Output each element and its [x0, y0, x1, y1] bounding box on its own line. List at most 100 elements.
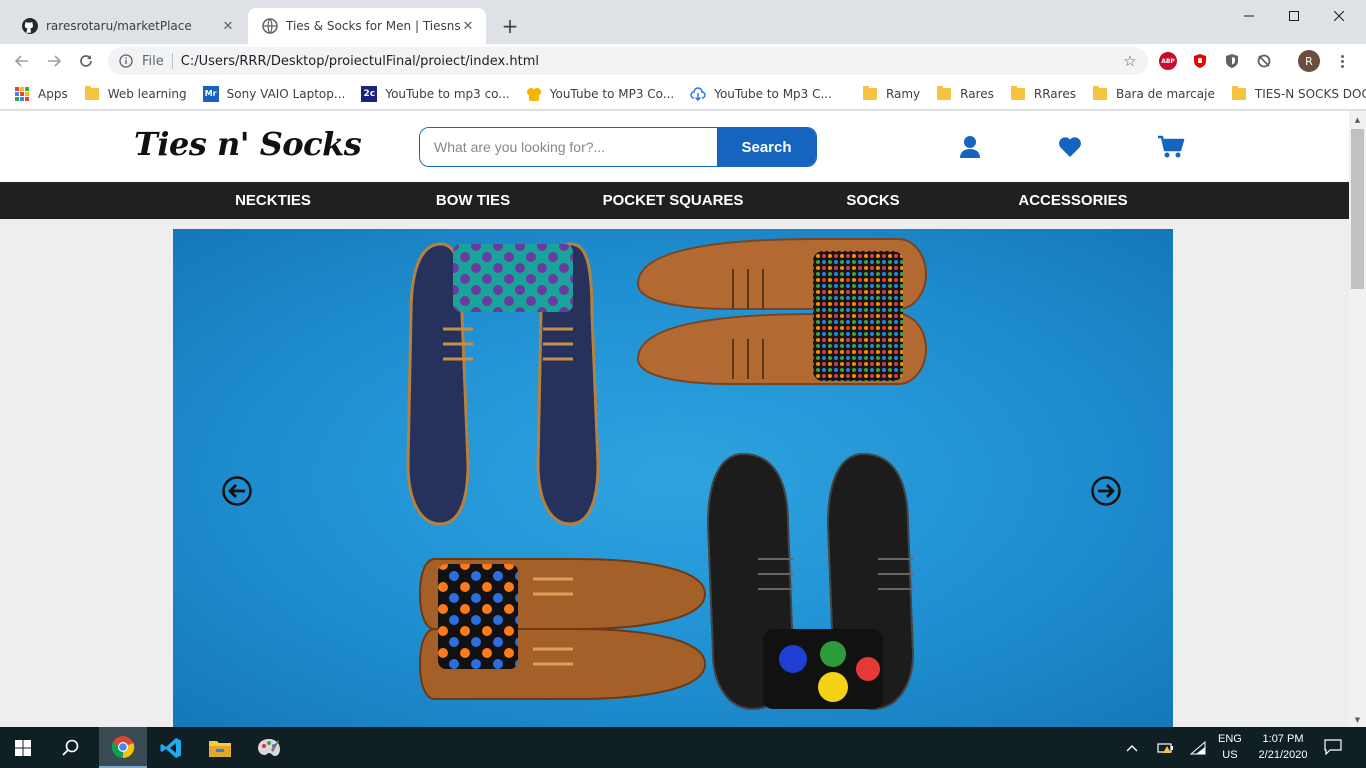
close-icon[interactable]: ✕	[460, 18, 476, 34]
black-brogue-shoes	[706, 452, 915, 711]
vscode-taskbar-icon[interactable]	[148, 727, 194, 768]
system-clock[interactable]: 1:07 PM 2/21/2020	[1252, 731, 1314, 763]
maximize-button[interactable]	[1271, 4, 1317, 28]
close-icon[interactable]: ✕	[220, 18, 236, 34]
navy-suede-shoes	[406, 242, 600, 526]
2c-site-icon: 2c	[361, 85, 378, 102]
bookmark-rrares[interactable]: RRares	[1010, 85, 1076, 102]
chrome-taskbar-icon[interactable]	[99, 727, 147, 768]
bookmark-ties-n-socks-docs[interactable]: TIES-N SOCKS DOCS	[1231, 85, 1366, 102]
tab-strip: raresrotaru/marketPlace ✕ Ties & Socks f…	[0, 0, 1366, 44]
page-scrollbar[interactable]: ▲ ▼	[1349, 111, 1366, 727]
nav-bow-ties[interactable]: BOW TIES	[413, 182, 533, 219]
scrollbar-thumb[interactable]	[1351, 129, 1364, 289]
heart-icon[interactable]	[1056, 133, 1084, 161]
browser-toolbar: File C:/Users/RRR/Desktop/proiectulFinal…	[0, 44, 1366, 78]
input-language[interactable]: ENG US	[1218, 731, 1242, 763]
nav-pocket-squares[interactable]: POCKET SQUARES	[593, 182, 753, 219]
folder-icon	[84, 85, 100, 102]
scroll-up-icon[interactable]: ▲	[1349, 113, 1366, 127]
sync-icon[interactable]	[1255, 52, 1273, 70]
cloud-download-icon	[690, 86, 706, 102]
tab-title: Ties & Socks for Men | Tiesnsocks	[286, 19, 460, 33]
browser-menu-icon[interactable]	[1334, 52, 1350, 70]
carousel-prev-arrow-icon[interactable]	[221, 475, 253, 507]
folder-icon	[1010, 85, 1026, 102]
hero-carousel	[173, 229, 1173, 727]
bookmark-youtube-mp3-1[interactable]: 2c YouTube to mp3 co...	[361, 85, 510, 102]
windows-taskbar: ENG US 1:07 PM 2/21/2020	[0, 727, 1366, 768]
bookmarks-bar: Apps Web learning Mr Sony VAIO Laptop...…	[0, 78, 1366, 110]
file-explorer-icon[interactable]	[197, 727, 243, 768]
minimize-button[interactable]	[1226, 4, 1272, 28]
forward-button[interactable]	[42, 49, 66, 73]
search-button[interactable]: Search	[717, 128, 816, 166]
github-icon	[22, 18, 38, 34]
scroll-down-icon[interactable]: ▼	[1349, 713, 1366, 727]
url-text[interactable]: C:/Users/RRR/Desktop/proiectulFinal/proi…	[181, 54, 539, 69]
tan-leather-shoes	[636, 238, 928, 385]
tab-tiesnsocks[interactable]: Ties & Socks for Men | Tiesnsocks ✕	[248, 8, 486, 44]
bookmark-label: Web learning	[107, 86, 187, 101]
folder-icon	[862, 85, 878, 102]
folder-icon	[936, 85, 952, 102]
mr-site-icon: Mr	[202, 85, 219, 102]
region-code: US	[1222, 749, 1238, 761]
shield-icon[interactable]	[1223, 52, 1241, 70]
tab-title: raresrotaru/marketPlace	[46, 19, 192, 33]
paint-taskbar-icon[interactable]	[246, 727, 292, 768]
battery-warning-icon[interactable]	[1156, 738, 1176, 758]
bookmark-youtube-mp3-2[interactable]: YouTube to MP3 Co...	[526, 86, 674, 102]
globe-icon	[262, 18, 278, 34]
clock-time: 1:07 PM	[1262, 733, 1304, 745]
adblock-plus-icon[interactable]: ABP	[1159, 52, 1177, 70]
reload-button[interactable]	[74, 49, 98, 73]
cart-icon[interactable]	[1157, 133, 1185, 161]
search-icon[interactable]	[48, 727, 94, 768]
bookmark-bara-de-marcaje[interactable]: Bara de marcaje	[1092, 85, 1215, 102]
bookmark-label: RRares	[1033, 86, 1076, 101]
site-header: Ties n' Socks Search	[0, 111, 1349, 182]
scheme-label: File	[142, 53, 164, 69]
wifi-icon[interactable]	[1188, 738, 1208, 758]
bookmark-apps[interactable]: Apps	[14, 86, 68, 102]
bookmark-label: Rares	[960, 86, 994, 101]
new-tab-button[interactable]: +	[498, 14, 522, 38]
windows-start-icon[interactable]	[0, 727, 46, 768]
ublock-icon[interactable]	[1191, 52, 1209, 70]
bookmark-ramy[interactable]: Ramy	[862, 85, 921, 102]
star-icon[interactable]: ☆	[1122, 53, 1138, 69]
divider	[171, 53, 173, 69]
bookmark-label: YouTube to MP3 Co...	[549, 86, 675, 101]
bookmark-label: Apps	[38, 86, 68, 101]
bookmark-youtube-mp3-3[interactable]: YouTube to Mp3 C...	[690, 86, 832, 102]
brown-brogue-shoes	[418, 558, 707, 700]
nav-socks[interactable]: SOCKS	[813, 182, 933, 219]
site-logo[interactable]: Ties n' Socks	[134, 125, 362, 163]
folder-icon	[1092, 85, 1108, 102]
notification-icon[interactable]	[1322, 737, 1344, 757]
tab-github[interactable]: raresrotaru/marketPlace ✕	[8, 8, 246, 44]
back-button[interactable]	[10, 49, 34, 73]
window-close-button[interactable]	[1316, 4, 1362, 28]
bookmark-label: YouTube to Mp3 C...	[714, 86, 832, 101]
profile-avatar[interactable]: R	[1298, 50, 1320, 72]
search-input[interactable]	[420, 128, 717, 166]
bookmark-rares[interactable]: Rares	[936, 85, 994, 102]
bookmark-web-learning[interactable]: Web learning	[84, 85, 187, 102]
nav-accessories[interactable]: ACCESSORIES	[1003, 182, 1143, 219]
clock-date: 2/21/2020	[1258, 749, 1308, 761]
bookmark-label: Ramy	[885, 86, 921, 101]
language-code: ENG	[1218, 733, 1242, 745]
apps-grid-icon	[14, 86, 30, 102]
search-form: Search	[419, 127, 817, 167]
bookmark-sony-vaio[interactable]: Mr Sony VAIO Laptop...	[202, 85, 346, 102]
bookmark-label: Sony VAIO Laptop...	[226, 86, 346, 101]
carousel-next-arrow-icon[interactable]	[1090, 475, 1122, 507]
chevron-up-icon[interactable]	[1122, 738, 1142, 758]
info-icon[interactable]	[118, 53, 134, 69]
category-nav: NECKTIES BOW TIES POCKET SQUARES SOCKS A…	[0, 182, 1349, 219]
nav-neckties[interactable]: NECKTIES	[213, 182, 333, 219]
user-icon[interactable]	[956, 133, 984, 161]
address-bar[interactable]: File C:/Users/RRR/Desktop/proiectulFinal…	[108, 47, 1148, 75]
